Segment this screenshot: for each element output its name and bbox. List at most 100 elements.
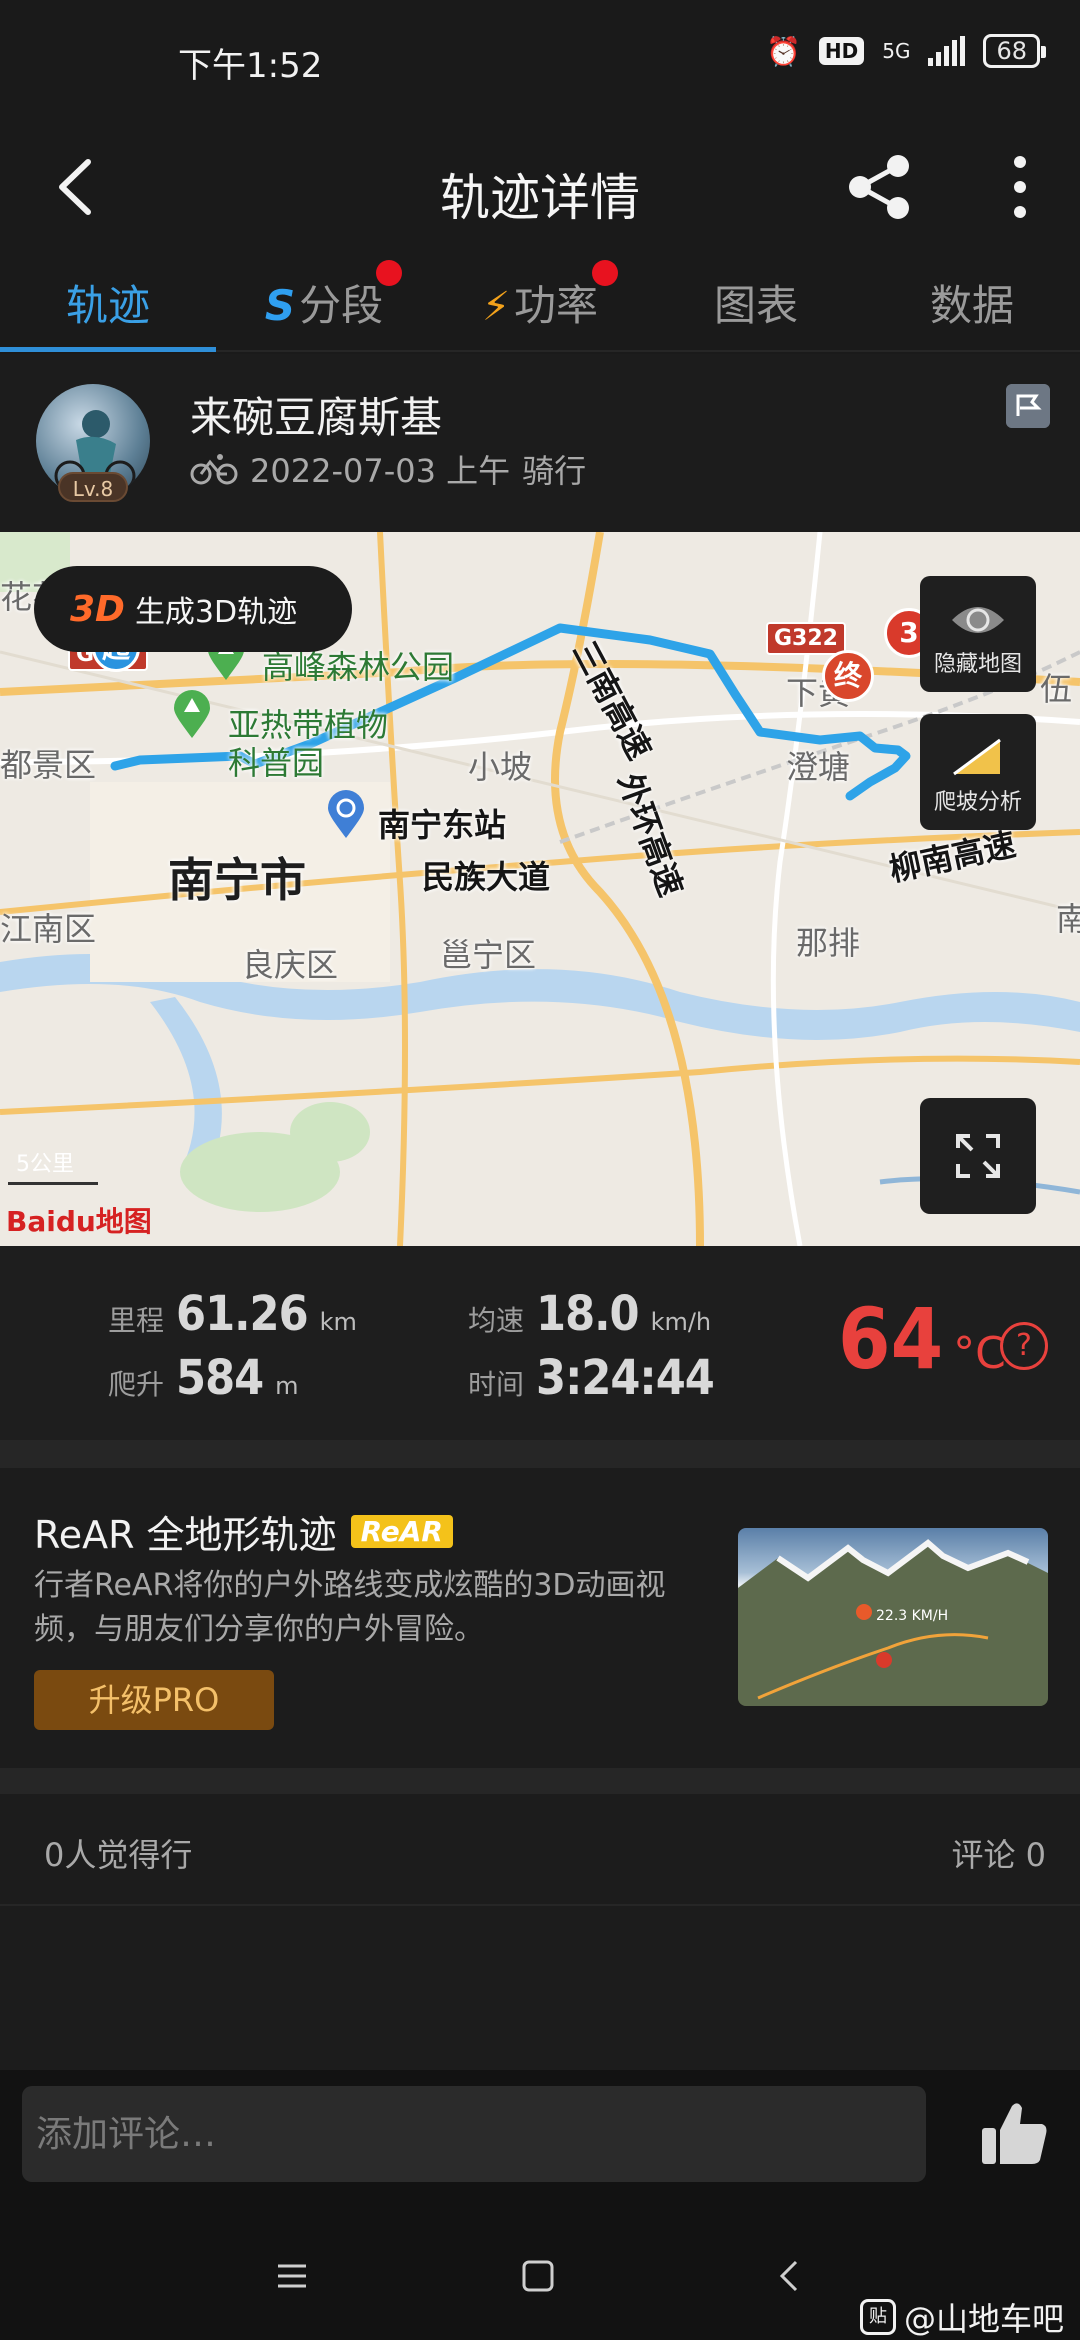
- stat-label: 时间: [468, 1368, 525, 1401]
- climb-analysis-label: 爬坡分析: [933, 790, 1022, 815]
- title-bar: 轨迹详情: [0, 120, 1080, 260]
- rear-badge: ReAR: [350, 1515, 453, 1548]
- tab-charts-label: 图表: [713, 281, 798, 330]
- generate-3d-button[interactable]: 3D 生成3D轨迹: [34, 566, 352, 652]
- upgrade-pro-button[interactable]: 升级PRO: [34, 1670, 274, 1730]
- divider: [0, 1440, 1080, 1468]
- likes-count[interactable]: 0人觉得行: [44, 1830, 192, 1876]
- social-row: 0人觉得行 评论 0: [0, 1794, 1080, 1906]
- user-header: Lv.8 来碗豆腐斯基 2022-07-03 上午 骑行: [0, 354, 1080, 532]
- stat-label: 均速: [468, 1304, 525, 1337]
- help-icon[interactable]: ?: [1000, 1322, 1048, 1370]
- hd-badge: HD: [818, 37, 865, 65]
- map-label: 那排: [796, 924, 861, 962]
- road-sign: G322: [766, 622, 846, 655]
- notification-dot: [376, 260, 402, 286]
- temperature-value: 64: [838, 1290, 944, 1388]
- promo-title-text: ReAR 全地形轨迹: [34, 1513, 337, 1557]
- generate-3d-label: 生成3D轨迹: [134, 595, 298, 630]
- segment-s-icon: S: [264, 281, 296, 330]
- tab-data-label: 数据: [929, 281, 1014, 330]
- map-label: 伍: [1040, 670, 1073, 708]
- eye-icon: [952, 607, 1004, 633]
- tab-segments-label: 分段: [299, 281, 384, 330]
- promo-thumbnail[interactable]: 22.3 KM/H: [738, 1528, 1048, 1706]
- map-label: 小坡: [468, 748, 533, 786]
- map-label: 都景区: [0, 746, 97, 784]
- tab-track[interactable]: 轨迹: [0, 260, 216, 352]
- network-label: 5G: [882, 39, 911, 63]
- stat-value: 18.0: [536, 1286, 640, 1342]
- system-nav-bar: 贴 @山地车吧: [0, 2210, 1080, 2340]
- tab-segments[interactable]: S分段: [216, 260, 432, 350]
- park-icon: [174, 690, 210, 738]
- status-icons: ⏰ HD 5G 68: [766, 34, 1046, 68]
- ride-info: 2022-07-03 上午 骑行: [190, 446, 586, 492]
- username[interactable]: 来碗豆腐斯基: [190, 384, 442, 445]
- hide-map-button[interactable]: 隐藏地图: [920, 576, 1036, 692]
- comment-bar: [0, 2070, 1080, 2210]
- signal-icon: [928, 36, 966, 66]
- stat-time: 时间 3:24:44: [468, 1350, 715, 1406]
- menu-icon[interactable]: [272, 2256, 312, 2296]
- notification-dot: [592, 260, 618, 286]
- share-icon[interactable]: [840, 142, 920, 232]
- stat-unit: m: [275, 1372, 299, 1400]
- promo-title: ReAR 全地形轨迹 ReAR: [34, 1504, 453, 1559]
- map-scale: 5公里: [16, 1152, 74, 1177]
- bike-icon: [190, 454, 238, 485]
- home-icon[interactable]: [518, 2256, 558, 2296]
- more-icon[interactable]: [990, 142, 1050, 232]
- stat-value: 584: [176, 1350, 264, 1406]
- bolt-icon: ⚡: [481, 284, 511, 330]
- level-badge: Lv.8: [58, 472, 128, 502]
- map-label: 邕宁区: [440, 936, 537, 974]
- climb-icon: [953, 738, 1001, 776]
- watermark-text: @山地车吧: [903, 2300, 1064, 2338]
- stat-value: 3:24:44: [536, 1350, 715, 1406]
- tab-power[interactable]: ⚡功率: [432, 260, 648, 350]
- map-scale-bar: [8, 1182, 98, 1185]
- rear-promo-card[interactable]: ReAR 全地形轨迹 ReAR 行者ReAR将你的户外路线变成炫酷的3D动画视频…: [0, 1468, 1080, 1768]
- comments-area: [0, 1906, 1080, 2070]
- map-label: 良庆区: [242, 946, 339, 984]
- temperature-unit: °C: [953, 1328, 1006, 1379]
- map-label: 南宁市: [168, 853, 306, 907]
- map-label: 澄塘: [786, 748, 851, 786]
- stat-distance: 里程 61.26 km: [108, 1286, 357, 1342]
- stat-value: 61.26: [176, 1286, 309, 1342]
- climb-analysis-button[interactable]: 爬坡分析: [920, 714, 1036, 830]
- stat-label: 里程: [108, 1304, 165, 1337]
- ride-stats: 里程 61.26 km 均速 18.0 km/h 爬升 584 m 时间 3:2…: [0, 1246, 1080, 1440]
- comments-count[interactable]: 评论 0: [951, 1830, 1046, 1876]
- fullscreen-button[interactable]: [920, 1098, 1036, 1214]
- battery-indicator: 68: [983, 34, 1046, 68]
- tab-data[interactable]: 数据: [864, 260, 1080, 350]
- stat-avg-speed: 均速 18.0 km/h: [468, 1286, 711, 1342]
- tab-power-label: 功率: [514, 281, 599, 330]
- promo-description: 行者ReAR将你的户外路线变成炫酷的3D动画视频，与朋友们分享你的户外冒险。: [34, 1568, 666, 1647]
- divider: [0, 1768, 1080, 1794]
- baidu-logo: Baidu地图: [6, 1205, 152, 1238]
- alarm-icon: ⏰: [766, 34, 801, 68]
- nav-back-icon[interactable]: [770, 2256, 810, 2296]
- stat-label: 爬升: [108, 1368, 165, 1401]
- status-bar: 下午1:52 ⏰ HD 5G 68: [0, 0, 1080, 120]
- flag-icon[interactable]: [1006, 384, 1050, 428]
- train-station-icon: [328, 790, 364, 838]
- tab-track-label: 轨迹: [65, 281, 150, 330]
- stat-unit: km: [319, 1308, 357, 1336]
- thumbs-up-icon[interactable]: [978, 2096, 1052, 2170]
- end-marker[interactable]: 终: [822, 650, 874, 702]
- thumb-speed: 22.3 KM/H: [876, 1608, 949, 1624]
- hide-map-label: 隐藏地图: [933, 652, 1022, 677]
- map-label: 民族大道: [422, 858, 551, 896]
- status-time: 下午1:52: [178, 46, 323, 86]
- map-label: 南宁东站: [378, 806, 507, 844]
- route-map[interactable]: 高峰森林公园 亚热带植物 科普园 小坡 南宁东站 南宁市 民族大道 良庆区 邕宁…: [0, 532, 1080, 1246]
- tab-charts[interactable]: 图表: [648, 260, 864, 350]
- stat-unit: km/h: [650, 1308, 712, 1336]
- stat-climb: 爬升 584 m: [108, 1350, 299, 1406]
- temperature: 64 °C: [838, 1290, 1006, 1388]
- comment-input[interactable]: [22, 2086, 926, 2182]
